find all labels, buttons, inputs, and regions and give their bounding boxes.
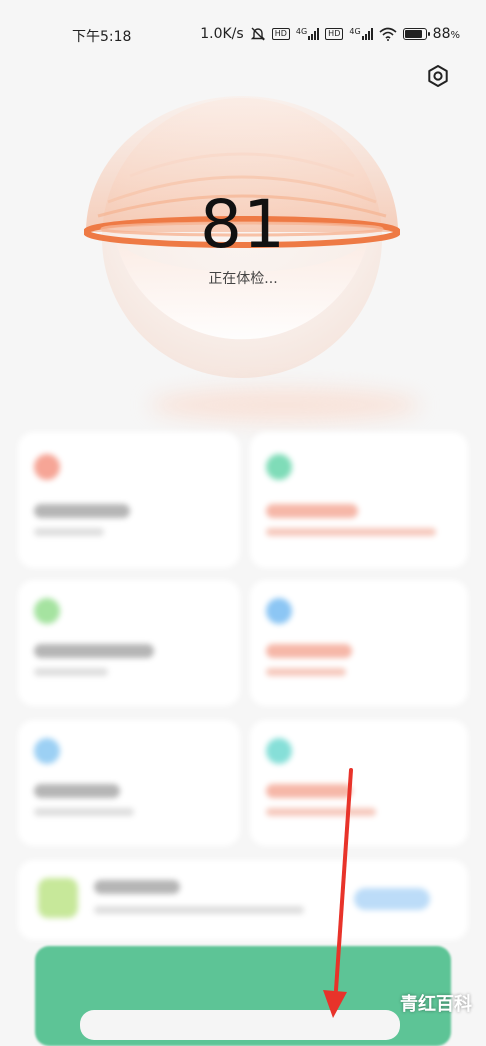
card-5-icon: [34, 738, 60, 764]
card-6-icon: [266, 738, 292, 764]
status-time: 下午5:18: [72, 29, 132, 45]
battery-icon: [402, 28, 430, 40]
watermark: 青红百科: [400, 994, 472, 1015]
card-4-sub: [266, 668, 346, 676]
signal-1: 4G: [295, 27, 320, 40]
scan-score: 81: [200, 186, 286, 263]
wide-card-button[interactable]: [354, 888, 430, 910]
signal-2: 4G: [349, 27, 373, 40]
hd-badge-1: HD: [271, 28, 290, 40]
signal-bars-2-icon: [361, 28, 373, 40]
bell-muted-icon: [250, 27, 265, 41]
card-4-title: [266, 644, 352, 658]
network-speed: 1.0K/s: [200, 26, 244, 42]
network-type-2: 4G: [349, 27, 361, 36]
hd-badge-2: HD: [325, 28, 344, 40]
wide-card[interactable]: [18, 860, 468, 940]
signal-bars-1-icon: [308, 28, 320, 40]
wide-card-title: [94, 880, 180, 894]
network-type-1: 4G: [295, 27, 308, 36]
card-2-title: [266, 504, 358, 518]
wide-card-icon: [38, 878, 78, 918]
card-6-sub: [266, 808, 376, 816]
card-5[interactable]: [18, 720, 240, 846]
status-indicators: 1.0K/s HD 4G HD 4G 88%: [200, 26, 460, 42]
card-6[interactable]: [250, 720, 468, 846]
battery-fill: [404, 30, 422, 38]
card-2-icon: [266, 454, 292, 480]
card-3[interactable]: [18, 580, 240, 706]
battery-percent: 88%: [432, 26, 460, 42]
status-bar: 下午5:18 1.0K/s HD 4G HD 4G 88%: [0, 0, 486, 70]
card-1[interactable]: [18, 432, 240, 568]
settings-icon[interactable]: [426, 64, 450, 88]
card-3-title: [34, 644, 154, 658]
card-2[interactable]: [250, 432, 468, 568]
card-5-sub: [34, 808, 134, 816]
card-4-icon: [266, 598, 292, 624]
card-1-title: [34, 504, 130, 518]
card-5-title: [34, 784, 120, 798]
card-3-icon: [34, 598, 60, 624]
card-2-sub: [266, 528, 436, 536]
wifi-icon: [379, 27, 397, 41]
scan-status: 正在体检...: [208, 271, 278, 287]
card-3-sub: [34, 668, 108, 676]
sphere-shadow: [150, 388, 420, 422]
card-4[interactable]: [250, 580, 468, 706]
card-1-sub: [34, 528, 104, 536]
wide-card-sub: [94, 906, 304, 914]
banner-inner-card: [80, 1010, 400, 1040]
card-1-icon: [34, 454, 60, 480]
card-6-title: [266, 784, 352, 798]
